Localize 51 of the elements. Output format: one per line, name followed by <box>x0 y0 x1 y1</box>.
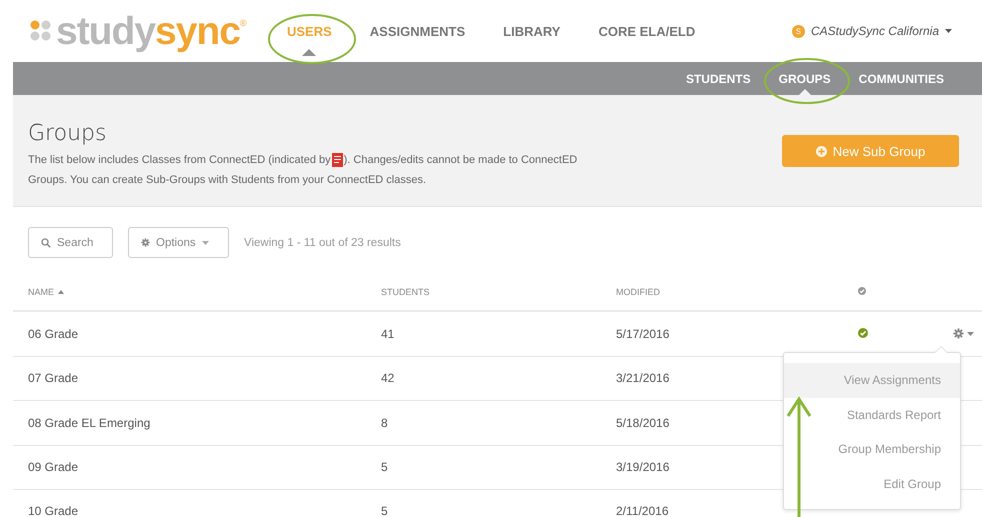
column-header[interactable]: STUDENTS <box>381 287 430 297</box>
nav-tab[interactable]: CORE ELA/ELD <box>579 0 714 62</box>
nav-tab[interactable]: USERS <box>268 0 351 62</box>
subnav-tab[interactable]: COMMUNITIES <box>844 62 958 95</box>
table-cell: 41 <box>381 326 394 341</box>
menu-item[interactable]: View Assignments <box>784 363 960 398</box>
account-name[interactable]: CAStudySync California <box>810 24 939 38</box>
table-cell: 09 Grade <box>28 460 78 474</box>
subnav-tab[interactable]: GROUPS <box>764 62 845 95</box>
table-cell: 8 <box>381 416 388 430</box>
table-cell: 42 <box>381 371 394 386</box>
description-text: Groups. You can create Sub-Groups with Students from your ConnectED classes. <box>28 174 426 186</box>
nav-tab[interactable]: ASSIGNMENTS <box>350 0 484 62</box>
column-header[interactable]: MODIFIED <box>616 287 660 297</box>
gear-icon[interactable] <box>953 328 964 340</box>
description-text: ). Changes/edits cannot be made to ConnectED <box>344 153 578 168</box>
menu-item[interactable]: Group Membership <box>784 432 960 466</box>
table-cell: 10 Grade <box>28 504 78 517</box>
sort-ascending-icon <box>58 290 64 294</box>
plus-circle-icon <box>816 146 827 156</box>
caret-icon <box>945 29 952 33</box>
options-button[interactable]: Options <box>128 227 229 258</box>
logo-wordmark[interactable]: studysync <box>56 12 240 50</box>
table-cell: 3/21/2016 <box>616 371 670 386</box>
column-header[interactable]: NAME <box>28 287 54 297</box>
gear-icon <box>141 238 150 247</box>
table-cell: 2/11/2016 <box>616 504 668 517</box>
table-cell: 06 Grade <box>28 326 78 341</box>
nav-tab[interactable]: LIBRARY <box>484 0 580 62</box>
menu-item[interactable]: Standards Report <box>784 398 960 432</box>
description-text: The list below includes Classes from ConnectED (indicated by <box>28 153 331 168</box>
results-summary: Viewing 1 - 11 out of 23 results <box>244 236 401 248</box>
page-title: Groups <box>28 121 108 146</box>
registered-mark: ® <box>240 18 247 28</box>
caret-icon <box>967 332 974 336</box>
table-cell: 08 Grade EL Emerging <box>28 416 150 430</box>
connected-logo-icon <box>332 153 343 167</box>
table-cell: 5/17/2016 <box>616 326 670 341</box>
table-cell: 3/19/2016 <box>616 460 670 474</box>
check-column-icon <box>858 287 866 295</box>
table-cell: 5 <box>381 504 388 517</box>
caret-icon <box>202 240 209 244</box>
search-icon <box>41 238 51 248</box>
new-sub-group-button[interactable]: New Sub Group <box>782 135 959 167</box>
menu-item[interactable]: Edit Group <box>784 466 960 501</box>
table-cell: 5 <box>381 460 388 474</box>
account-badge: S <box>792 24 805 38</box>
subnav-tab[interactable]: STUDENTS <box>672 62 765 95</box>
search-field[interactable]: Search <box>28 227 113 258</box>
table-cell: 5/18/2016 <box>616 416 670 430</box>
table-cell: 07 Grade <box>28 371 78 386</box>
